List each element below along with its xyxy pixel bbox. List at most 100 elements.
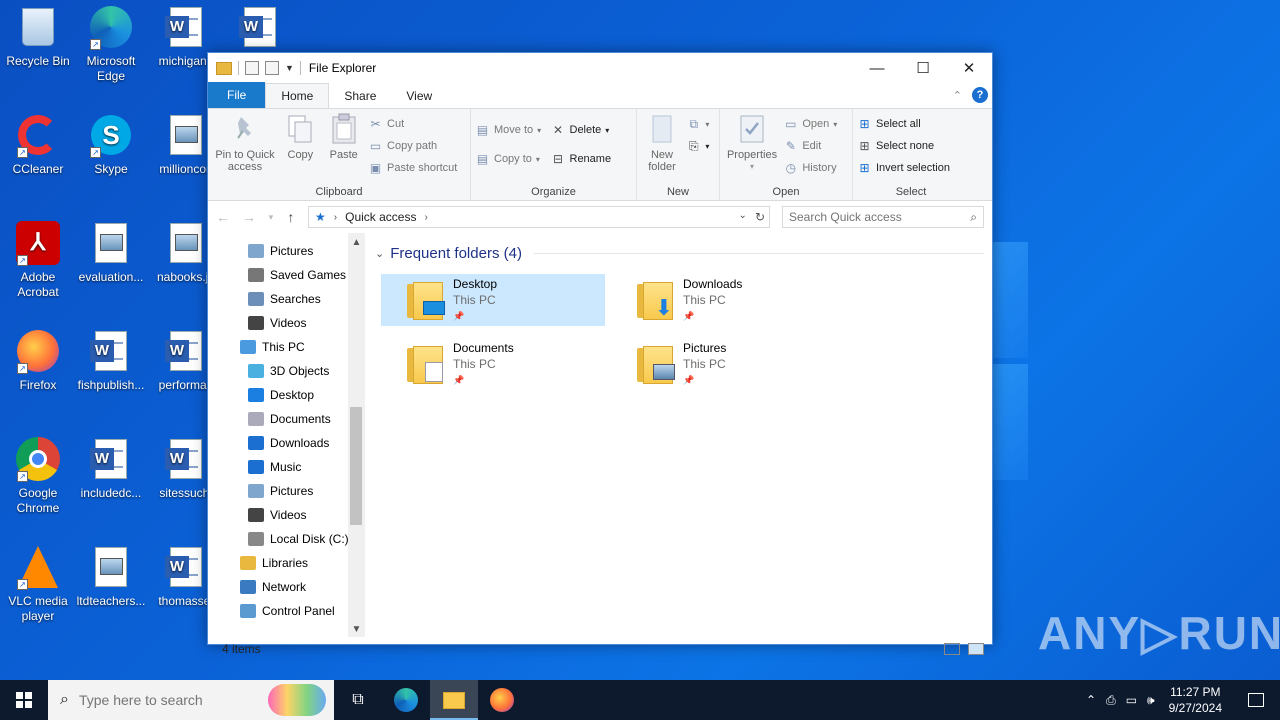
search-input[interactable] (789, 210, 971, 224)
task-view-icon[interactable]: ⧉ (334, 680, 382, 720)
clock[interactable]: 11:27 PM 9/27/2024 (1165, 684, 1226, 716)
desktop-icon[interactable]: Wfishpublish... (73, 328, 149, 393)
frequent-folders-header[interactable]: ⌄ Frequent folders (4) (375, 245, 984, 262)
nav-item[interactable]: Desktop (208, 383, 365, 407)
address-dropdown-icon[interactable]: ⌄ (739, 210, 747, 224)
breadcrumb-chevron-icon[interactable]: › (424, 212, 427, 223)
refresh-icon[interactable]: ↻ (755, 210, 765, 224)
desktop-icon[interactable]: S ↗ Skype (73, 112, 149, 177)
folder-tile[interactable]: Documents This PC 📌 (381, 338, 605, 390)
paste-shortcut-button[interactable]: ▣ Paste shortcut (368, 159, 458, 177)
nav-item[interactable]: Music (208, 455, 365, 479)
cut-button[interactable]: ✂ Cut (368, 115, 457, 133)
back-arrow-icon[interactable]: ← (216, 209, 230, 225)
nav-item[interactable]: Control Panel (208, 599, 365, 623)
minimize-button[interactable]: — (854, 53, 900, 83)
close-button[interactable]: ✕ (946, 53, 992, 83)
nav-scrollbar[interactable]: ▲ ▼ (348, 233, 365, 637)
edge-icon[interactable] (382, 680, 430, 720)
desktop-icon[interactable]: ⅄ ↗ Adobe Acrobat (0, 220, 76, 300)
file-explorer-icon[interactable] (430, 680, 478, 720)
firefox-icon[interactable] (478, 680, 526, 720)
new-item-button[interactable]: ⧉ ▾ (686, 115, 710, 133)
delete-button[interactable]: ✕ Delete ▾ (551, 121, 612, 139)
notification-center-icon[interactable] (1236, 693, 1276, 707)
nav-item-label: Network (262, 580, 307, 594)
tab-file[interactable]: File (208, 82, 266, 108)
scroll-up-icon[interactable]: ▲ (348, 237, 365, 248)
nav-item[interactable]: Videos (208, 503, 365, 527)
desktop-icon[interactable]: W (222, 4, 298, 54)
folder-tile[interactable]: Desktop This PC 📌 (381, 274, 605, 326)
tab-share[interactable]: Share (329, 84, 391, 108)
nav-item[interactable]: Network (208, 575, 365, 599)
nav-item[interactable]: This PC (208, 335, 365, 359)
desktop-icon[interactable]: Wincludedc... (73, 436, 149, 501)
select-none-button[interactable]: ⊞ Select none (857, 137, 950, 155)
properties-button[interactable]: Properties ▾ (724, 113, 780, 173)
nav-item[interactable]: Saved Games (208, 263, 365, 287)
new-folder-button[interactable]: New folder (641, 113, 683, 173)
desktop-icon[interactable]: ltdteachers... (73, 544, 149, 609)
pin-to-quick-access-button[interactable]: Pin to Quick access (212, 113, 278, 173)
taskbar-search-input[interactable] (78, 692, 229, 708)
customize-dropdown-icon[interactable]: ▼ (285, 63, 294, 73)
move-to-button[interactable]: ▤ Move to ▾ (475, 121, 541, 139)
network-icon[interactable]: ▭ (1126, 693, 1137, 707)
nav-item[interactable]: Local Disk (C:) (208, 527, 365, 551)
maximize-button[interactable]: ☐ (900, 53, 946, 83)
desktop-icon[interactable]: ↗ VLC media player (0, 544, 76, 624)
nav-item[interactable]: Searches (208, 287, 365, 311)
scroll-thumb[interactable] (350, 407, 362, 525)
new-folder-icon[interactable] (265, 61, 279, 75)
tab-view[interactable]: View (391, 84, 447, 108)
copy-button[interactable]: Copy (281, 113, 319, 161)
copy-to-button[interactable]: ▤ Copy to ▾ (475, 150, 541, 168)
nav-item[interactable]: Pictures (208, 239, 365, 263)
start-button[interactable] (0, 680, 48, 720)
desktop-icon[interactable]: Recycle Bin (0, 4, 76, 69)
tab-home[interactable]: Home (265, 83, 330, 108)
show-hidden-icons-icon[interactable]: ⌃ (1086, 693, 1096, 707)
up-arrow-icon[interactable]: ↑ (286, 209, 296, 225)
easy-access-button[interactable]: ⎘ ▾ (686, 137, 709, 155)
nav-item[interactable]: Pictures (208, 479, 365, 503)
folder-info: Documents This PC 📌 (453, 340, 514, 388)
nav-item[interactable]: Downloads (208, 431, 365, 455)
folder-tile[interactable]: Pictures This PC 📌 (611, 338, 835, 390)
folder-location: This PC (683, 357, 726, 371)
desktop-icon[interactable]: ↗ Google Chrome (0, 436, 76, 516)
nav-item[interactable]: Documents (208, 407, 365, 431)
address-bar[interactable]: ★ › Quick access › ⌄ ↻ (308, 206, 770, 228)
help-icon[interactable]: ? (972, 87, 988, 103)
search-box[interactable]: ⌕ (782, 206, 984, 228)
recent-locations-chevron-icon[interactable]: ▾ (268, 212, 274, 223)
collapse-ribbon-icon[interactable]: ⌃ (953, 89, 962, 102)
volume-icon[interactable]: 🕪 (1147, 693, 1155, 708)
invert-selection-button[interactable]: ⊞ Invert selection (857, 159, 950, 177)
taskbar-search[interactable]: ⌕ (48, 680, 334, 720)
desktop-icon[interactable]: ↗ Firefox (0, 328, 76, 393)
forward-arrow-icon[interactable]: → (242, 209, 256, 225)
properties-icon[interactable] (245, 61, 259, 75)
device-icon[interactable]: ⎙ (1106, 693, 1116, 708)
desktop-icon[interactable]: ↗ CCleaner (0, 112, 76, 177)
copy-path-button[interactable]: ▭ Copy path (368, 137, 457, 155)
select-all-button[interactable]: ⊞ Select all (857, 115, 950, 133)
open-button[interactable]: ▭ Open ▾ (783, 115, 837, 133)
breadcrumb-quick-access[interactable]: Quick access (345, 210, 416, 224)
nav-item[interactable]: Libraries (208, 551, 365, 575)
folder-tile[interactable]: ⬇ Downloads This PC 📌 (611, 274, 835, 326)
nav-item[interactable]: Videos (208, 311, 365, 335)
edit-button[interactable]: ✎ Edit (783, 137, 837, 155)
nav-item[interactable]: 3D Objects (208, 359, 365, 383)
details-view-icon[interactable] (944, 643, 960, 655)
history-button[interactable]: ◷ History (783, 159, 837, 177)
desktop-icon[interactable]: ↗ Microsoft Edge (73, 4, 149, 84)
scroll-down-icon[interactable]: ▼ (348, 624, 365, 635)
rename-button[interactable]: ⊟ Rename (551, 150, 611, 168)
paste-button[interactable]: Paste (323, 113, 365, 161)
large-icons-view-icon[interactable] (968, 643, 984, 655)
desktop-icon[interactable]: evaluation... (73, 220, 149, 285)
organize-group-label: Organize (531, 186, 576, 198)
